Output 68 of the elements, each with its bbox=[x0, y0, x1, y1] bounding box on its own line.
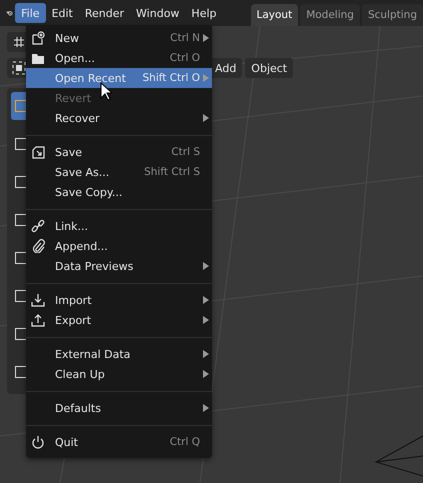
menu-item[interactable]: Export bbox=[26, 310, 212, 330]
object-mode-icon bbox=[12, 61, 26, 75]
menu-item[interactable]: Recover bbox=[26, 108, 212, 128]
menu-item[interactable]: Open... Ctrl O bbox=[26, 48, 212, 68]
submenu-arrow-icon bbox=[203, 316, 209, 324]
menu-item[interactable]: Quit Ctrl Q bbox=[26, 432, 212, 452]
menu-item-label: Save As... bbox=[55, 166, 110, 178]
menu-item-label: External Data bbox=[55, 348, 132, 360]
menu-item[interactable]: Save Copy... bbox=[26, 182, 212, 202]
folder-icon bbox=[31, 51, 45, 65]
menu-bar-item[interactable]: Help bbox=[185, 3, 222, 23]
shortcut-text: Shift Ctrl S bbox=[144, 166, 200, 178]
menu-bar-item[interactable]: File bbox=[15, 3, 46, 23]
shortcut-text: Ctrl N bbox=[170, 32, 200, 44]
menu-bar-item[interactable]: Edit bbox=[46, 3, 79, 23]
submenu-arrow-icon bbox=[203, 262, 209, 270]
menu-item[interactable]: Open Recent Shift Ctrl O bbox=[26, 68, 212, 88]
workspace-tab[interactable]: Sculpting bbox=[362, 4, 423, 26]
menu-item[interactable]: Data Previews bbox=[26, 256, 212, 276]
menu-item[interactable]: Clean Up bbox=[26, 364, 212, 384]
new-file-icon bbox=[31, 31, 45, 45]
menu-item-label: Recover bbox=[55, 112, 100, 124]
menu-item-label: Clean Up bbox=[55, 368, 106, 380]
save-icon bbox=[31, 145, 45, 159]
menu-item[interactable]: External Data bbox=[26, 344, 212, 364]
menu-bar-item[interactable]: Render bbox=[78, 3, 130, 23]
menu-item-label: Quit bbox=[55, 436, 79, 448]
menu-item-label: Open Recent bbox=[55, 72, 127, 84]
menu-item-label: Revert bbox=[55, 92, 92, 104]
menu-item-label: Append... bbox=[55, 240, 109, 252]
shortcut-text: Ctrl O bbox=[170, 52, 200, 64]
menu-item[interactable]: Link... bbox=[26, 216, 212, 236]
menu-item-label: Save Copy... bbox=[55, 186, 124, 198]
workspace-tab[interactable]: Modeling bbox=[300, 4, 360, 26]
menu-item-label: Import bbox=[55, 294, 93, 306]
menu-item[interactable]: Save As... Shift Ctrl S bbox=[26, 162, 212, 182]
shortcut-text: Ctrl Q bbox=[170, 436, 200, 448]
submenu-arrow-icon bbox=[203, 404, 209, 412]
menu-item-label: Open... bbox=[55, 52, 96, 64]
submenu-arrow-icon bbox=[203, 74, 209, 82]
submenu-arrow-icon bbox=[203, 296, 209, 304]
submenu-arrow-icon bbox=[203, 350, 209, 358]
menu-bar-item[interactable]: Window bbox=[130, 3, 186, 23]
power-icon bbox=[31, 435, 45, 449]
header-menu-button[interactable]: Object bbox=[245, 58, 294, 78]
menu-item-label: Defaults bbox=[55, 402, 102, 414]
submenu-arrow-icon bbox=[203, 34, 209, 42]
shortcut-text: Shift Ctrl O bbox=[142, 72, 200, 84]
menu-item[interactable]: Import bbox=[26, 290, 212, 310]
mouse-pointer-icon bbox=[100, 82, 112, 101]
menu-item[interactable]: Append... bbox=[26, 236, 212, 256]
menu-item[interactable]: New Ctrl N bbox=[26, 28, 212, 48]
menu-item-label: Save bbox=[55, 146, 84, 158]
import-icon bbox=[31, 293, 45, 307]
menu-item[interactable]: Save Ctrl S bbox=[26, 142, 212, 162]
export-icon bbox=[31, 313, 45, 327]
shortcut-text: Ctrl S bbox=[171, 146, 200, 158]
menu-item[interactable]: Defaults bbox=[26, 398, 212, 418]
menu-item-label: New bbox=[55, 32, 80, 44]
link-icon bbox=[31, 219, 45, 233]
menu-item-label: Data Previews bbox=[55, 260, 134, 272]
paperclip-icon bbox=[31, 239, 45, 253]
workspace-tab[interactable]: Layout bbox=[250, 4, 298, 26]
submenu-arrow-icon bbox=[203, 114, 209, 122]
menu-item-label: Export bbox=[55, 314, 92, 326]
submenu-arrow-icon bbox=[203, 370, 209, 378]
header-menu-button[interactable]: Add bbox=[209, 58, 242, 78]
menu-item-label: Link... bbox=[55, 220, 90, 232]
